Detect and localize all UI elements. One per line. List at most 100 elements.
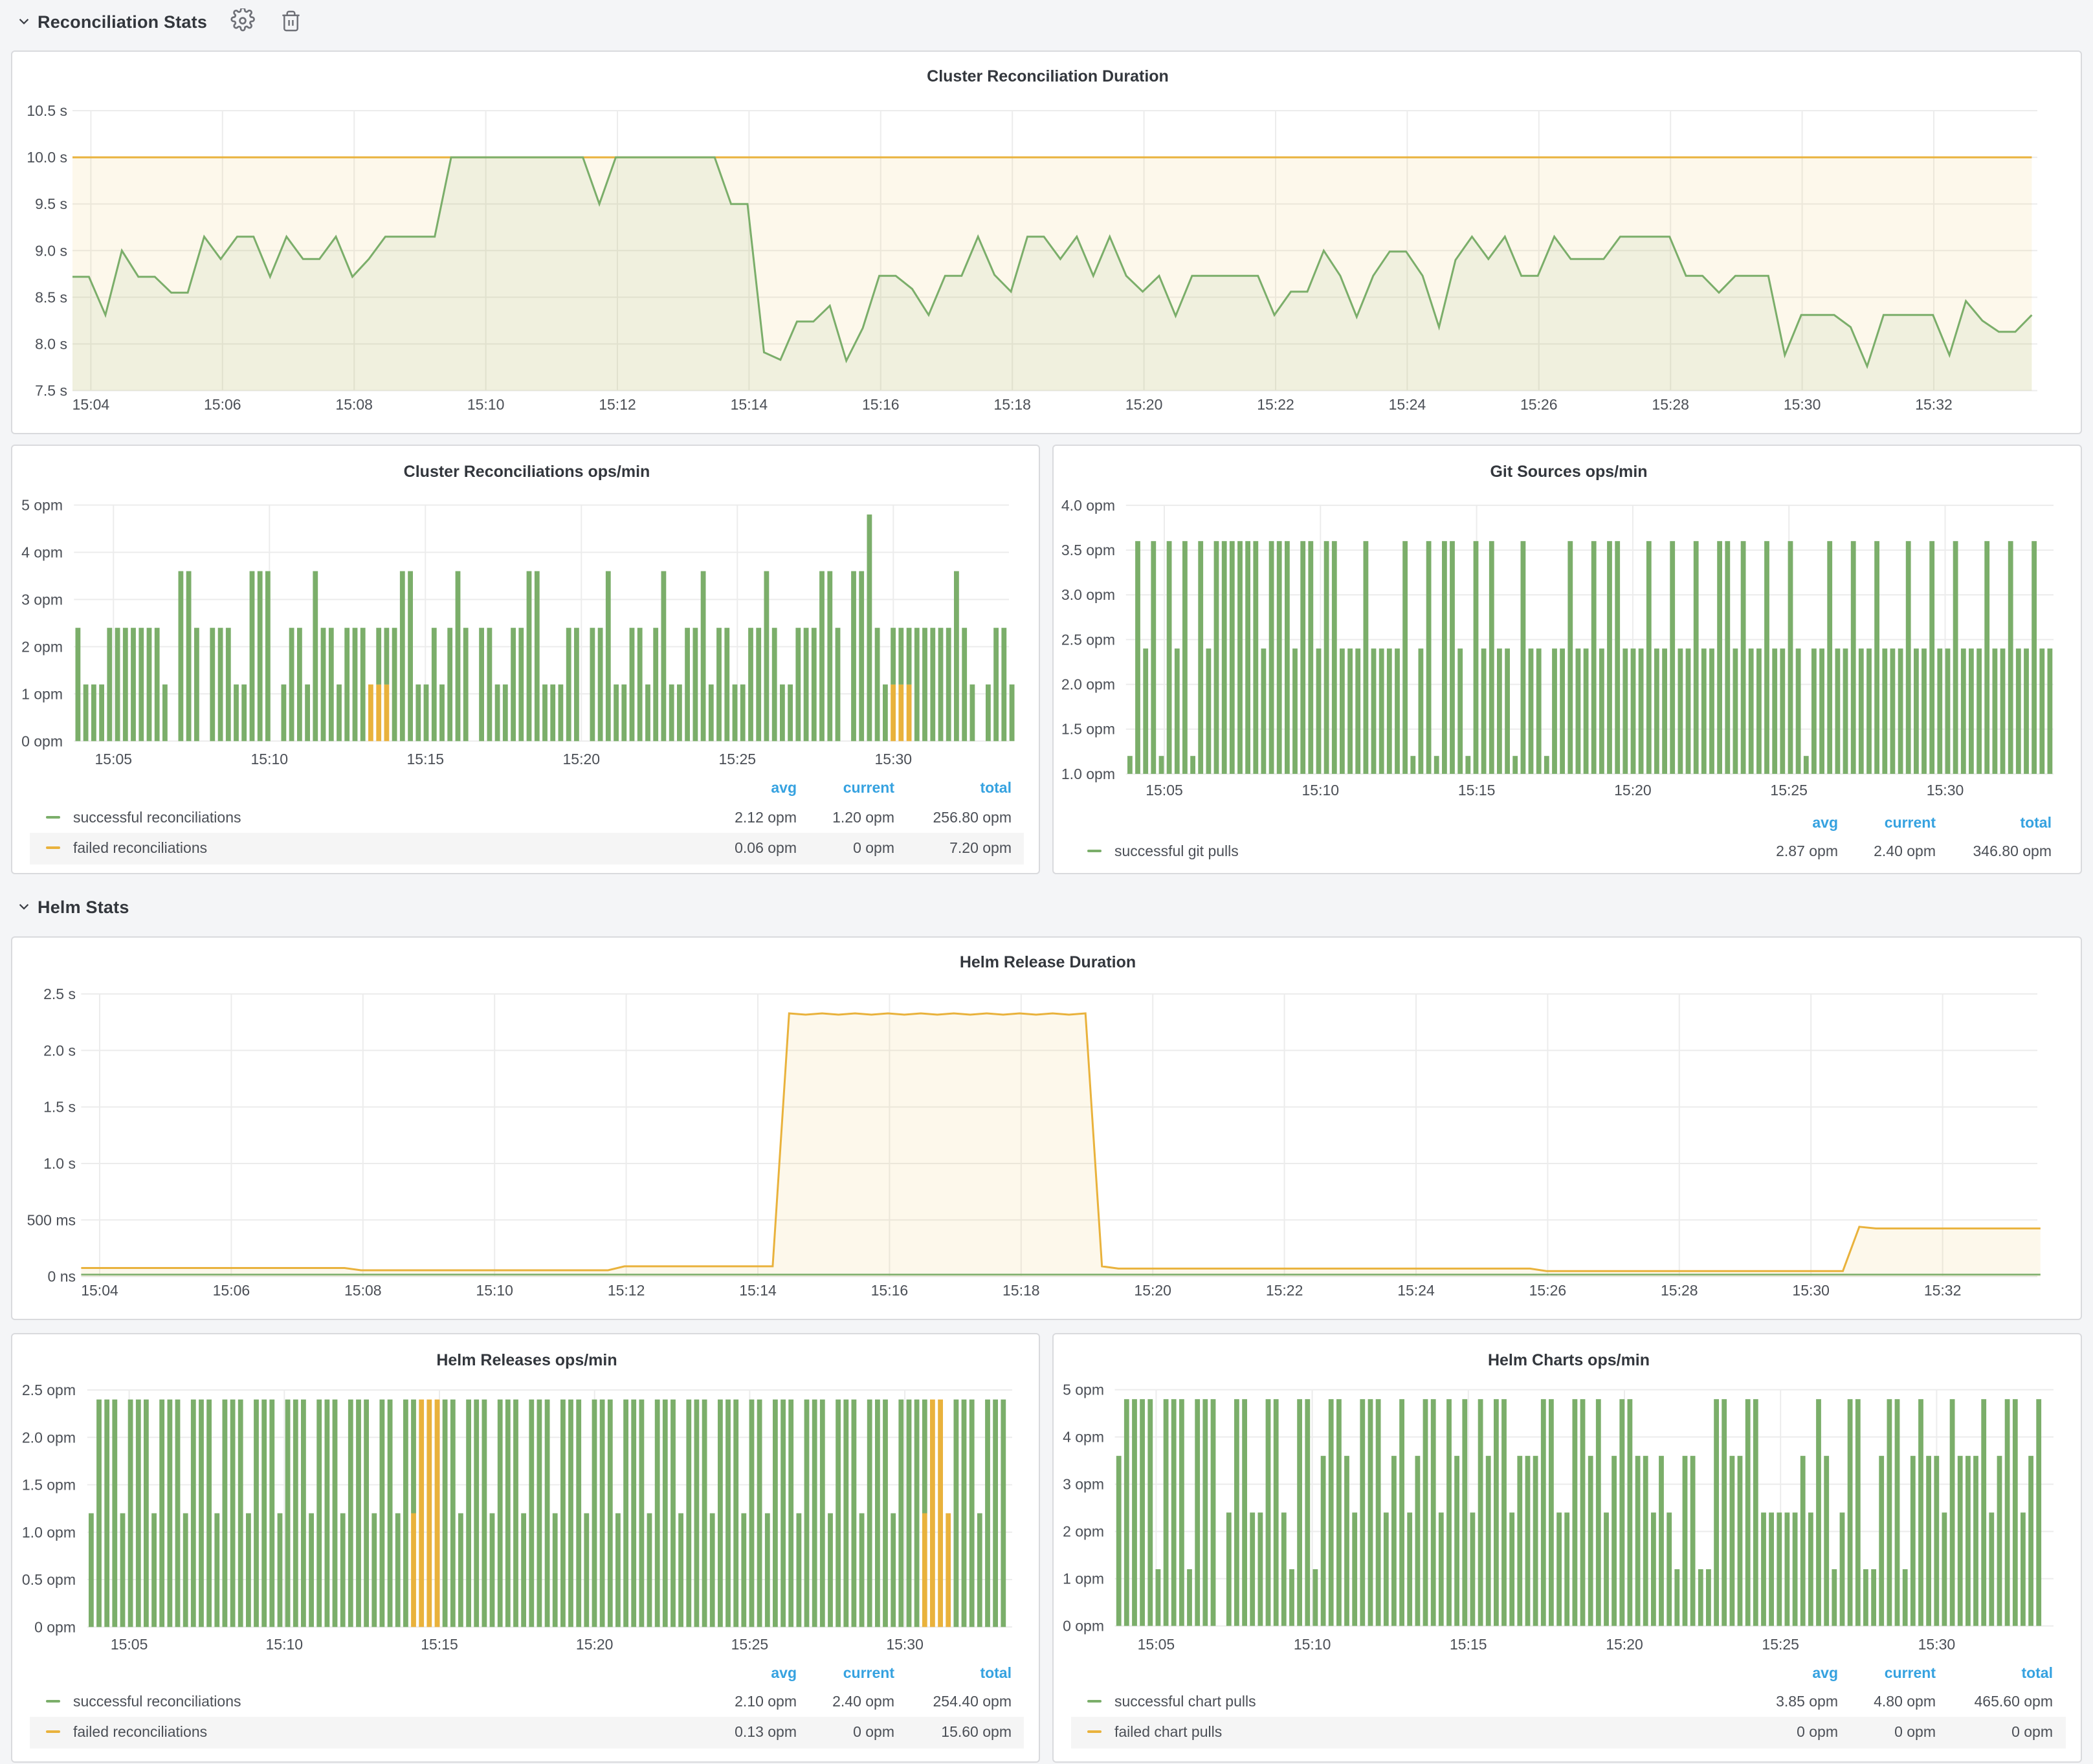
svg-text:2.10 opm: 2.10 opm: [735, 1693, 797, 1710]
svg-text:15:20: 15:20: [1614, 782, 1652, 799]
svg-text:0.06 opm: 0.06 opm: [735, 839, 797, 856]
svg-text:2.12 opm: 2.12 opm: [735, 809, 797, 826]
svg-text:2.0 s: 2.0 s: [43, 1042, 76, 1059]
svg-text:2.0 opm: 2.0 opm: [1061, 676, 1115, 693]
svg-text:15:30: 15:30: [875, 751, 913, 767]
svg-text:3 opm: 3 opm: [1063, 1476, 1104, 1493]
svg-text:15:32: 15:32: [1924, 1282, 1962, 1299]
svg-text:2.5 s: 2.5 s: [43, 986, 76, 1002]
svg-text:5 opm: 5 opm: [1063, 1382, 1104, 1398]
svg-text:15:22: 15:22: [1266, 1282, 1303, 1299]
svg-text:10.0 s: 10.0 s: [27, 149, 67, 166]
svg-text:15:10: 15:10: [251, 751, 289, 767]
svg-text:4 opm: 4 opm: [1063, 1429, 1104, 1446]
svg-text:15:25: 15:25: [719, 751, 757, 767]
svg-text:avg: avg: [1812, 1664, 1838, 1681]
svg-text:7.5 s: 7.5 s: [35, 382, 67, 399]
svg-text:15:24: 15:24: [1397, 1282, 1435, 1299]
svg-text:15:20: 15:20: [576, 1636, 614, 1653]
svg-text:0 ns: 0 ns: [48, 1268, 76, 1285]
svg-text:15:26: 15:26: [1520, 396, 1558, 413]
svg-text:1.0 opm: 1.0 opm: [22, 1524, 76, 1541]
svg-text:0 opm: 0 opm: [21, 733, 63, 749]
svg-text:1.5 s: 1.5 s: [43, 1099, 76, 1116]
svg-text:avg: avg: [771, 1664, 797, 1681]
svg-text:0 opm: 0 opm: [1797, 1723, 1838, 1740]
svg-text:15:20: 15:20: [563, 751, 601, 767]
svg-text:3.0 opm: 3.0 opm: [1061, 586, 1115, 603]
svg-text:2.5 opm: 2.5 opm: [1061, 631, 1115, 648]
svg-text:total: total: [2021, 1664, 2053, 1681]
svg-text:1 opm: 1 opm: [1063, 1571, 1104, 1587]
svg-text:Cluster Reconciliations ops/mi: Cluster Reconciliations ops/min: [404, 463, 650, 481]
svg-text:current: current: [1885, 814, 1936, 831]
svg-text:successful chart pulls: successful chart pulls: [1114, 1693, 1256, 1710]
svg-text:failed reconciliations: failed reconciliations: [73, 1723, 207, 1740]
svg-text:15:12: 15:12: [599, 396, 636, 413]
svg-text:465.60 opm: 465.60 opm: [1975, 1693, 2053, 1710]
svg-text:0 opm: 0 opm: [853, 839, 894, 856]
svg-text:0 opm: 0 opm: [1063, 1618, 1104, 1635]
svg-text:15:08: 15:08: [344, 1282, 382, 1299]
svg-text:256.80 opm: 256.80 opm: [933, 809, 1012, 826]
svg-text:15:16: 15:16: [871, 1282, 909, 1299]
svg-text:0 opm: 0 opm: [34, 1618, 76, 1635]
svg-text:15:20: 15:20: [1606, 1636, 1643, 1653]
svg-text:current: current: [843, 779, 895, 796]
svg-text:15:06: 15:06: [204, 396, 241, 413]
svg-text:0 opm: 0 opm: [1894, 1723, 1936, 1740]
svg-text:2 opm: 2 opm: [21, 638, 63, 655]
svg-text:successful reconciliations: successful reconciliations: [73, 809, 241, 826]
svg-text:3 opm: 3 opm: [21, 591, 63, 608]
svg-text:1.0 opm: 1.0 opm: [1061, 766, 1115, 782]
svg-text:15:10: 15:10: [266, 1636, 304, 1653]
svg-text:15:10: 15:10: [467, 396, 505, 413]
svg-text:total: total: [980, 779, 1012, 796]
svg-text:current: current: [1885, 1664, 1936, 1681]
svg-text:15:04: 15:04: [81, 1282, 118, 1299]
svg-text:15:16: 15:16: [862, 396, 900, 413]
svg-text:15:30: 15:30: [1918, 1636, 1956, 1653]
svg-text:5 opm: 5 opm: [21, 497, 63, 514]
svg-text:failed reconciliations: failed reconciliations: [73, 839, 207, 856]
svg-text:15:30: 15:30: [1784, 396, 1821, 413]
svg-text:2 opm: 2 opm: [1063, 1523, 1104, 1540]
svg-text:1.5 opm: 1.5 opm: [22, 1477, 76, 1494]
svg-text:4.0 opm: 4.0 opm: [1061, 497, 1115, 514]
svg-text:15:15: 15:15: [1458, 782, 1496, 799]
svg-text:successful git pulls: successful git pulls: [1114, 843, 1239, 859]
svg-text:15:26: 15:26: [1529, 1282, 1567, 1299]
svg-text:15:08: 15:08: [335, 396, 373, 413]
svg-text:15:30: 15:30: [1927, 782, 1964, 799]
svg-text:15:20: 15:20: [1125, 396, 1163, 413]
svg-text:15:10: 15:10: [1302, 782, 1340, 799]
svg-text:15:05: 15:05: [1138, 1636, 1175, 1653]
svg-text:15:20: 15:20: [1134, 1282, 1171, 1299]
svg-text:Helm Release Duration: Helm Release Duration: [960, 953, 1136, 971]
svg-text:15:10: 15:10: [476, 1282, 513, 1299]
svg-text:2.40 opm: 2.40 opm: [832, 1693, 894, 1710]
svg-text:total: total: [980, 1664, 1012, 1681]
svg-text:avg: avg: [771, 779, 797, 796]
svg-text:1 opm: 1 opm: [21, 685, 63, 702]
svg-text:15:25: 15:25: [1762, 1636, 1799, 1653]
svg-text:total: total: [2020, 814, 2052, 831]
svg-text:4.80 opm: 4.80 opm: [1874, 1693, 1936, 1710]
svg-text:15:10: 15:10: [1294, 1636, 1331, 1653]
svg-text:15:05: 15:05: [1146, 782, 1183, 799]
svg-text:0.5 opm: 0.5 opm: [22, 1571, 76, 1588]
svg-text:15:14: 15:14: [739, 1282, 777, 1299]
svg-text:1.0 s: 1.0 s: [43, 1155, 76, 1172]
svg-text:15:32: 15:32: [1915, 396, 1953, 413]
svg-text:15:25: 15:25: [731, 1636, 769, 1653]
svg-text:10.5 s: 10.5 s: [27, 102, 67, 119]
svg-text:15:24: 15:24: [1389, 396, 1426, 413]
svg-text:15:04: 15:04: [72, 396, 110, 413]
svg-text:3.85 opm: 3.85 opm: [1776, 1693, 1838, 1710]
svg-text:15:05: 15:05: [95, 751, 133, 767]
svg-text:0.13 opm: 0.13 opm: [735, 1723, 797, 1740]
svg-text:15:28: 15:28: [1661, 1282, 1698, 1299]
svg-text:15:06: 15:06: [213, 1282, 250, 1299]
svg-text:2.87 opm: 2.87 opm: [1776, 843, 1838, 859]
svg-text:2.40 opm: 2.40 opm: [1874, 843, 1936, 859]
